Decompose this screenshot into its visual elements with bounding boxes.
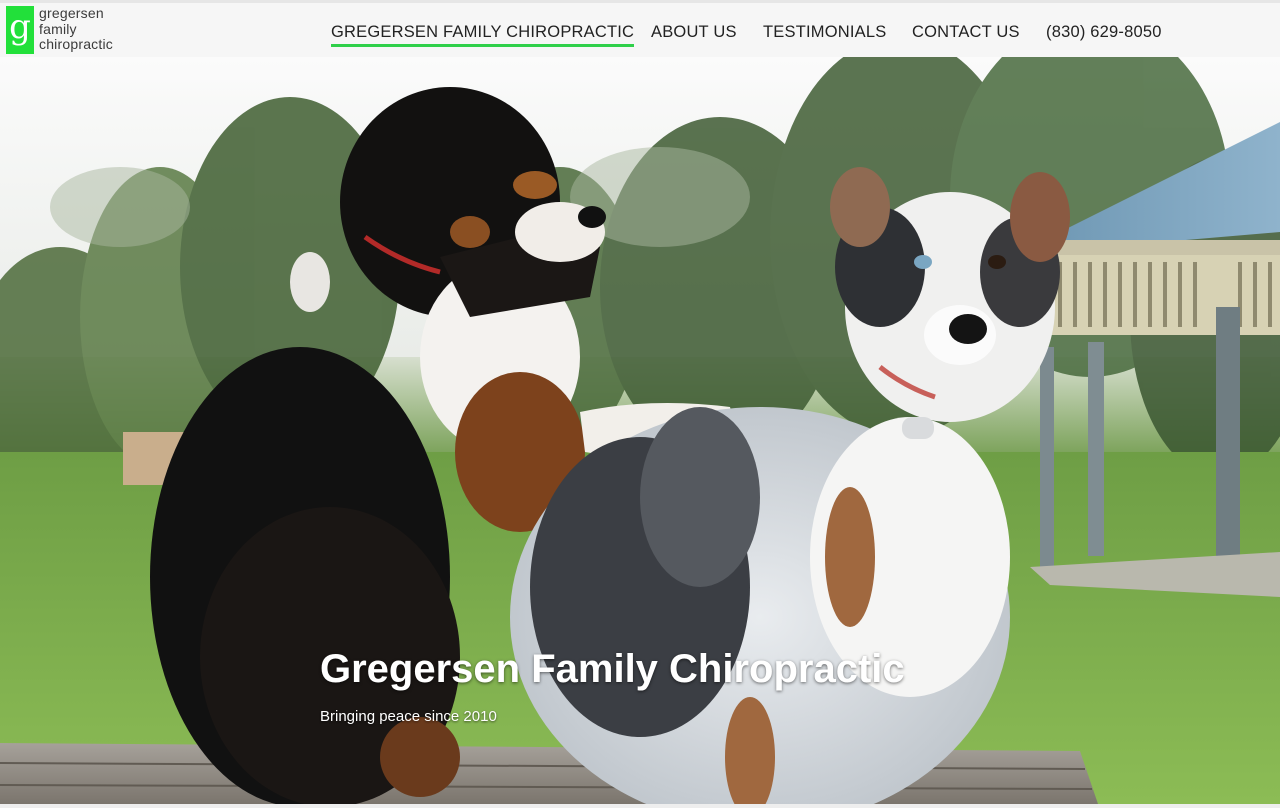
- nav-phone-link[interactable]: (830) 629-8050: [1046, 22, 1162, 42]
- hero-subtitle: Bringing peace since 2010: [320, 708, 497, 725]
- nav-item-testimonials[interactable]: TESTIMONIALS: [763, 22, 886, 42]
- hero-banner: Gregersen Family Chiropractic Bringing p…: [0, 57, 1280, 804]
- nav-item-contact-us[interactable]: CONTACT US: [912, 22, 1020, 42]
- hero-title: Gregersen Family Chiropractic: [320, 647, 905, 691]
- main-nav: GREGERSEN FAMILY CHIROPRACTIC ABOUT US T…: [0, 3, 1280, 60]
- site-header: g gregersen family chiropractic GREGERSE…: [0, 0, 1280, 57]
- nav-item-about-us[interactable]: ABOUT US: [651, 22, 737, 42]
- page-bottom-edge: [0, 804, 1280, 808]
- nav-item-home[interactable]: GREGERSEN FAMILY CHIROPRACTIC: [331, 22, 635, 47]
